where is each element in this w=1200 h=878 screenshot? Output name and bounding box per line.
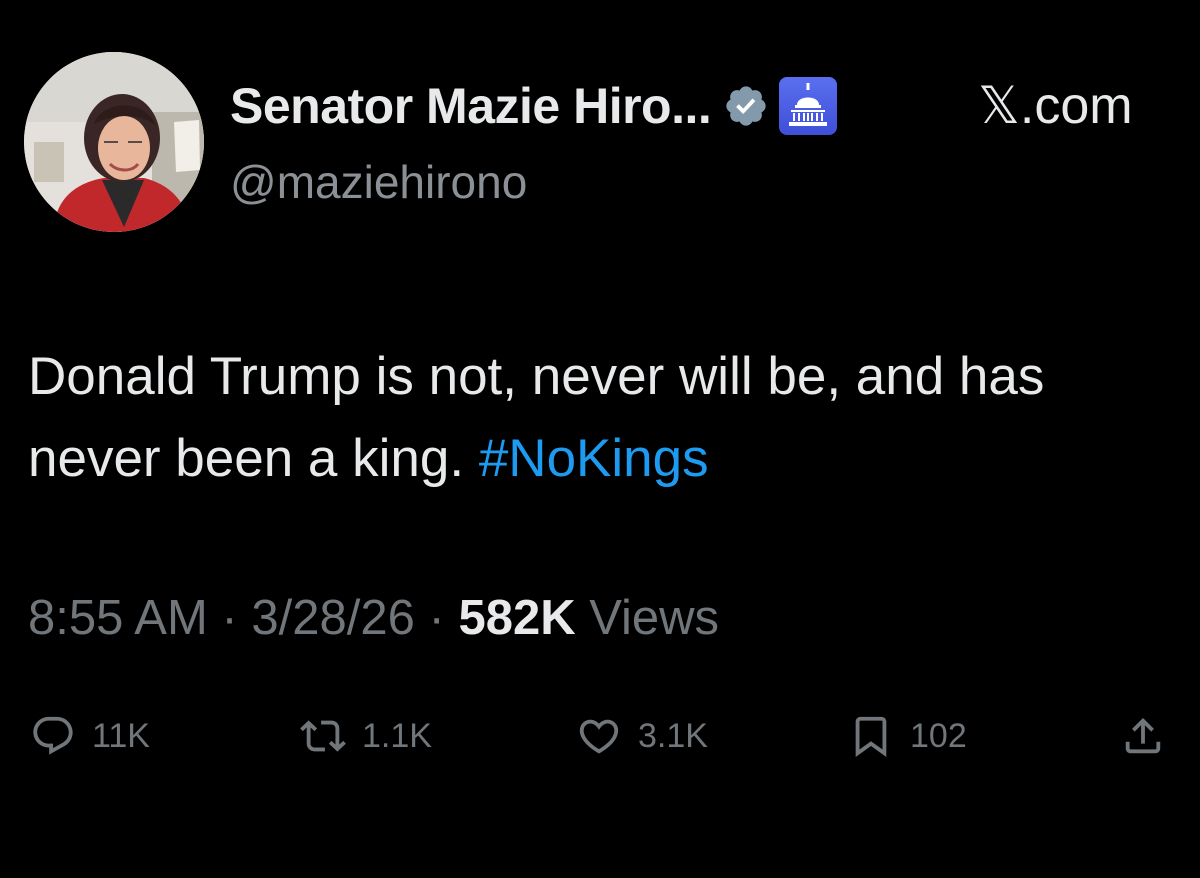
bookmark-count: 102 xyxy=(910,716,967,755)
meta-separator-1: · xyxy=(221,591,238,645)
source-label: 𝕏.com xyxy=(978,77,1133,135)
repost-count: 1.1K xyxy=(362,716,432,755)
avatar-photo xyxy=(24,52,204,232)
tweet-hashtag-link[interactable]: #NoKings xyxy=(479,429,709,488)
views-label: Views xyxy=(589,591,720,645)
reply-button[interactable]: 11K xyxy=(30,706,150,766)
heart-icon xyxy=(579,719,619,754)
tweet-date[interactable]: 3/28/26 xyxy=(251,591,415,645)
relevant-section-label-cut-off xyxy=(28,848,208,878)
like-count: 3.1K xyxy=(638,716,708,755)
capitol-dome-icon xyxy=(777,75,839,137)
share-button[interactable] xyxy=(1120,706,1166,766)
views-count: 582K xyxy=(458,591,576,645)
tweet-time[interactable]: 8:55 AM xyxy=(28,591,208,645)
repost-button[interactable]: 1.1K xyxy=(300,706,432,766)
author-name-row: Senator Mazie Hiro... xyxy=(230,70,839,142)
meta-separator-2: · xyxy=(428,591,445,645)
tweet-actions-bar: 11K 1.1K 3.1K 102 xyxy=(0,706,1200,766)
reply-icon xyxy=(33,716,73,755)
share-icon xyxy=(1125,717,1161,754)
bookmark-button[interactable]: 102 xyxy=(848,706,967,766)
author-handle[interactable]: @maziehirono xyxy=(230,155,527,209)
repost-icon xyxy=(300,720,346,752)
verified-badge-icon[interactable] xyxy=(723,83,769,129)
reply-count: 11K xyxy=(92,716,150,755)
author-display-name[interactable]: Senator Mazie Hiro... xyxy=(230,77,712,135)
author-avatar[interactable] xyxy=(24,52,204,232)
tweet-text: Donald Trump is not, never will be, and … xyxy=(28,336,1178,500)
like-button[interactable]: 3.1K xyxy=(576,706,708,766)
tweet-meta: 8:55 AM · 3/28/26 · 582K Views xyxy=(28,590,719,646)
bookmark-icon xyxy=(855,716,887,757)
